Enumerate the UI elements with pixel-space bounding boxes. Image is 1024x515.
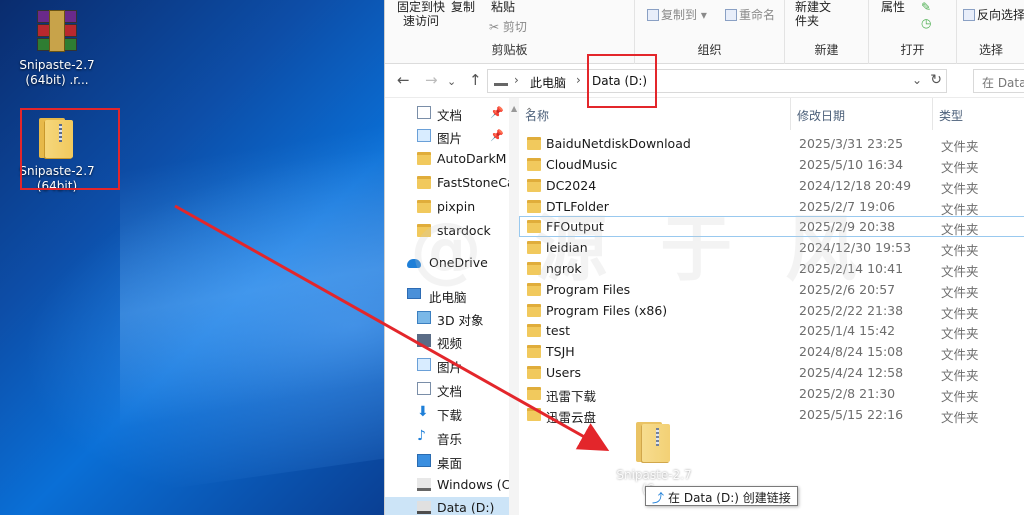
drag-tooltip-text: 在 Data (D:) 创建链接 <box>668 491 791 505</box>
drag-ghost-folder: Snipaste-2.7 (6... <box>614 420 694 496</box>
link-arrow-icon: ⤴ <box>652 491 665 505</box>
annotation-arrow <box>174 204 610 451</box>
drag-tooltip: ⤴ 在 Data (D:) 创建链接 <box>645 486 798 506</box>
folder-icon <box>634 420 674 464</box>
